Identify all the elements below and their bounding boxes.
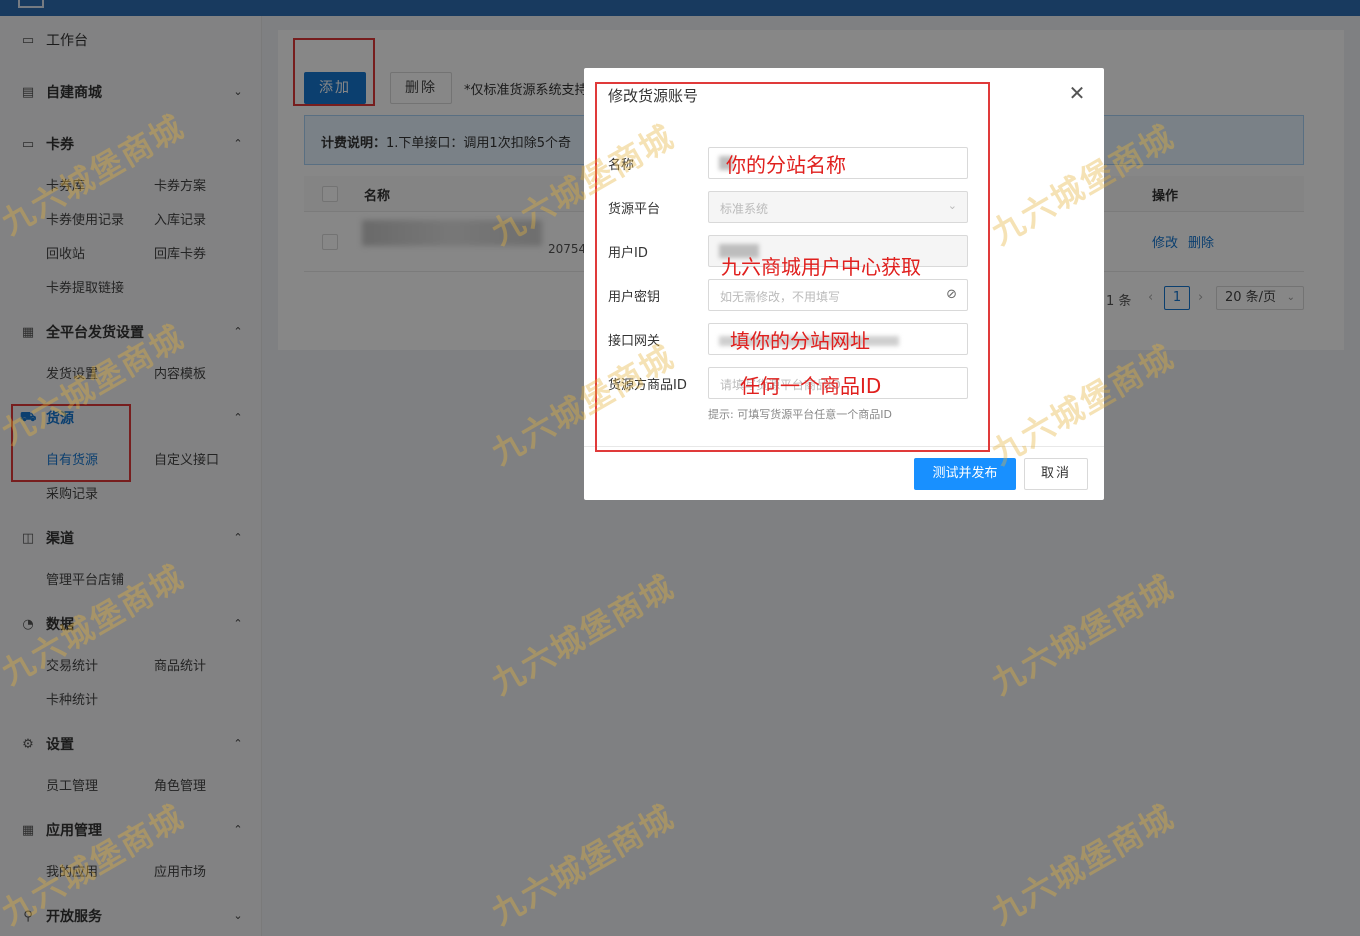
goods-id-hint: 提示: 可填写货源平台任意一个商品ID <box>708 408 892 421</box>
key-placeholder: 如无需修改，不用填写 <box>720 290 841 304</box>
test-and-publish-button[interactable]: 测试并发布 <box>914 458 1016 490</box>
cancel-button[interactable]: 取消 <box>1024 458 1088 490</box>
name-label: 名称 <box>608 158 635 173</box>
userid-input[interactable] <box>708 235 968 267</box>
name-input[interactable] <box>708 147 968 179</box>
redacted-value <box>719 244 759 258</box>
goods-id-placeholder: 请填写货源平台商品ID <box>720 378 841 392</box>
platform-select[interactable]: 标准系统 ⌄ <box>708 191 968 223</box>
gateway-label: 接口网关 <box>608 334 661 349</box>
platform-label: 货源平台 <box>608 202 661 217</box>
platform-value: 标准系统 <box>720 202 769 216</box>
edit-source-account-dialog: 修改货源账号 ✕ 名称 货源平台 标准系统 ⌄ 用户ID 用户密钥 如无需修改，… <box>584 68 1104 500</box>
eye-off-icon[interactable]: ⊘ <box>946 287 957 302</box>
goods-id-label: 货源方商品ID <box>608 378 687 393</box>
key-label: 用户密钥 <box>608 290 661 305</box>
dialog-title: 修改货源账号 <box>608 87 699 105</box>
gateway-input[interactable] <box>708 323 968 355</box>
redacted-value <box>719 156 733 170</box>
key-input[interactable]: 如无需修改，不用填写 ⊘ <box>708 279 968 311</box>
goods-id-input[interactable]: 请填写货源平台商品ID <box>708 367 968 399</box>
close-icon[interactable]: ✕ <box>1066 82 1088 104</box>
dialog-divider <box>584 446 1104 447</box>
redacted-value <box>719 336 899 346</box>
userid-label: 用户ID <box>608 246 648 261</box>
chevron-down-icon: ⌄ <box>947 199 957 212</box>
